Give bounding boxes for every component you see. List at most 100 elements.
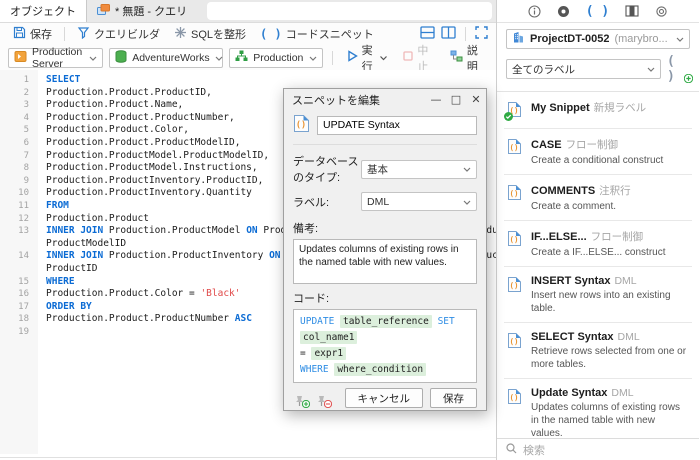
snippet-file-icon: ()	[507, 388, 523, 408]
line-number	[0, 238, 38, 251]
label-filter-select[interactable]: 全てのラベル	[506, 59, 661, 79]
snippet-description: Create a IF...ELSE... construct	[531, 246, 666, 259]
snippet-file-icon: ()	[507, 276, 523, 296]
snippet-title: Update Syntax	[531, 387, 607, 399]
toolbar-divider	[332, 51, 333, 65]
tab-query-label: * 無題 - クエリ	[115, 3, 187, 19]
tab-query[interactable]: * 無題 - クエリ	[87, 0, 197, 22]
tab-objects[interactable]: オブジェクト	[0, 0, 87, 22]
snippet-item[interactable]: () Update Syntax DML Updates columns of exi…	[497, 379, 699, 447]
snippet-tag: フロー制御	[566, 139, 619, 151]
search-icon	[506, 443, 517, 457]
chevron-down-icon	[89, 52, 97, 64]
snippet-description: Create a conditional construct	[531, 154, 663, 167]
db-type-select[interactable]: 基本	[361, 160, 477, 179]
beautify-sql-button[interactable]: SQLを整形	[169, 24, 251, 44]
line-number: 10	[0, 187, 38, 200]
project-icon	[512, 31, 525, 47]
database-select[interactable]: AdventureWorks	[109, 48, 223, 68]
cancel-button[interactable]: キャンセル	[345, 388, 424, 408]
plus-badge-icon	[684, 74, 693, 86]
snippet-label-select[interactable]: DML	[361, 192, 477, 211]
chevron-down-icon	[463, 196, 471, 208]
project-select[interactable]: ProjectDT-0052 (marybro...	[506, 29, 690, 49]
stop-label: 中止	[417, 42, 434, 74]
schema-icon	[235, 50, 248, 65]
info-icon[interactable]	[528, 5, 541, 18]
chevron-down-icon	[215, 52, 223, 64]
dialog-titlebar[interactable]: スニペットを編集 — □ ✕	[284, 89, 486, 110]
query-tab-icon	[97, 4, 110, 19]
line-number	[0, 263, 38, 276]
toolbar-divider	[64, 27, 65, 41]
beautify-sql-label: SQLを整形	[191, 26, 246, 42]
connection-select[interactable]: Production Server	[8, 48, 103, 68]
snippet-item[interactable]: ()CASEフロー制御Create a conditional construc…	[497, 129, 699, 174]
save-label: 保存	[30, 26, 52, 42]
snippet-title: CASE	[531, 139, 562, 151]
run-icon	[347, 50, 358, 65]
snippet-search[interactable]: 検索	[497, 438, 699, 460]
tab-bar: オブジェクト * 無題 - クエリ	[0, 0, 496, 23]
minimize-button[interactable]: —	[426, 89, 446, 110]
code-line: 1SELECT	[0, 74, 496, 87]
save-button[interactable]: 保存	[8, 24, 57, 44]
gear-icon[interactable]	[655, 5, 668, 18]
line-number: 17	[0, 301, 38, 314]
svg-text:(): ()	[509, 189, 518, 198]
snippet-title: COMMENTS	[531, 185, 595, 197]
snippet-title: IF...ELSE...	[531, 231, 587, 243]
db-type-label: データベースのタイプ:	[293, 153, 361, 185]
snippet-label-label: ラベル:	[293, 194, 361, 210]
line-number: 9	[0, 175, 38, 188]
svg-text:(): ()	[509, 235, 518, 244]
svg-text:(): ()	[509, 337, 518, 346]
app-window: オブジェクト * 無題 - クエリ 保存 ク	[0, 0, 700, 460]
maximize-button[interactable]: □	[446, 89, 466, 110]
line-number: 18	[0, 313, 38, 326]
snippet-file-icon: ()	[507, 101, 523, 121]
snippet-file-icon: ()	[507, 184, 523, 204]
snippet-description: Insert new rows into an existing table.	[531, 289, 689, 315]
connection-toolbar: Production Server AdventureWorks Product…	[0, 45, 496, 70]
snippet-item[interactable]: ()SELECT SyntaxDMLRetrieve rows selected…	[497, 323, 699, 378]
dialog-save-button[interactable]: 保存	[430, 388, 477, 408]
grid-view-icon[interactable]	[625, 5, 639, 17]
snippet-name-input[interactable]	[317, 116, 477, 135]
tab-strip-empty	[207, 2, 492, 20]
query-builder-button[interactable]: クエリビルダ	[72, 24, 165, 44]
snippet-tag: 注釈行	[599, 185, 631, 197]
snippet-description: Updates columns of existing rows in the …	[531, 401, 689, 440]
stop-icon	[403, 51, 413, 64]
chevron-down-icon	[309, 52, 317, 64]
svg-text:(): ()	[296, 121, 306, 131]
run-dropdown-caret[interactable]	[380, 52, 387, 64]
line-number: 3	[0, 99, 38, 112]
chevron-down-icon	[463, 163, 471, 175]
snippets-tab-icon[interactable]: ( )	[586, 4, 609, 19]
record-dot-icon[interactable]	[557, 5, 570, 18]
snippet-item[interactable]: ()COMMENTS注釈行Create a comment.	[497, 175, 699, 220]
snippet-item[interactable]: ()My Snippet新規ラベル	[497, 92, 699, 128]
remarks-textarea[interactable]: Updates columns of existing rows in the …	[293, 239, 477, 284]
explain-label: 説明	[467, 42, 483, 74]
remove-placeholder-button[interactable]	[315, 395, 328, 408]
snippet-item[interactable]: ()INSERT SyntaxDMLInsert new rows into a…	[497, 267, 699, 322]
edit-snippet-dialog: スニペットを編集 — □ ✕ () データベースのタイプ: 基本	[283, 88, 487, 411]
schema-value: Production	[253, 52, 303, 64]
snippet-tag: DML	[611, 387, 633, 399]
snippet-item[interactable]: ()IF...ELSE...フロー制御Create a IF...ELSE...…	[497, 221, 699, 266]
panel-icon-bar: ( )	[497, 0, 699, 23]
server-icon	[14, 50, 27, 66]
new-snippet-button[interactable]: ( )	[667, 54, 690, 84]
line-number: 6	[0, 137, 38, 150]
run-label: 実行	[362, 42, 377, 74]
beautify-sql-icon	[174, 26, 187, 42]
schema-select[interactable]: Production	[229, 48, 323, 68]
snippet-code-editor[interactable]: UPDATE table_reference SET col_name1= ex…	[293, 309, 477, 383]
snippet-title: My Snippet	[531, 102, 590, 114]
close-button[interactable]: ✕	[466, 89, 486, 110]
dialog-separator	[293, 144, 477, 145]
add-placeholder-button[interactable]	[293, 395, 306, 408]
label-filter-value: 全てのラベル	[512, 62, 575, 77]
